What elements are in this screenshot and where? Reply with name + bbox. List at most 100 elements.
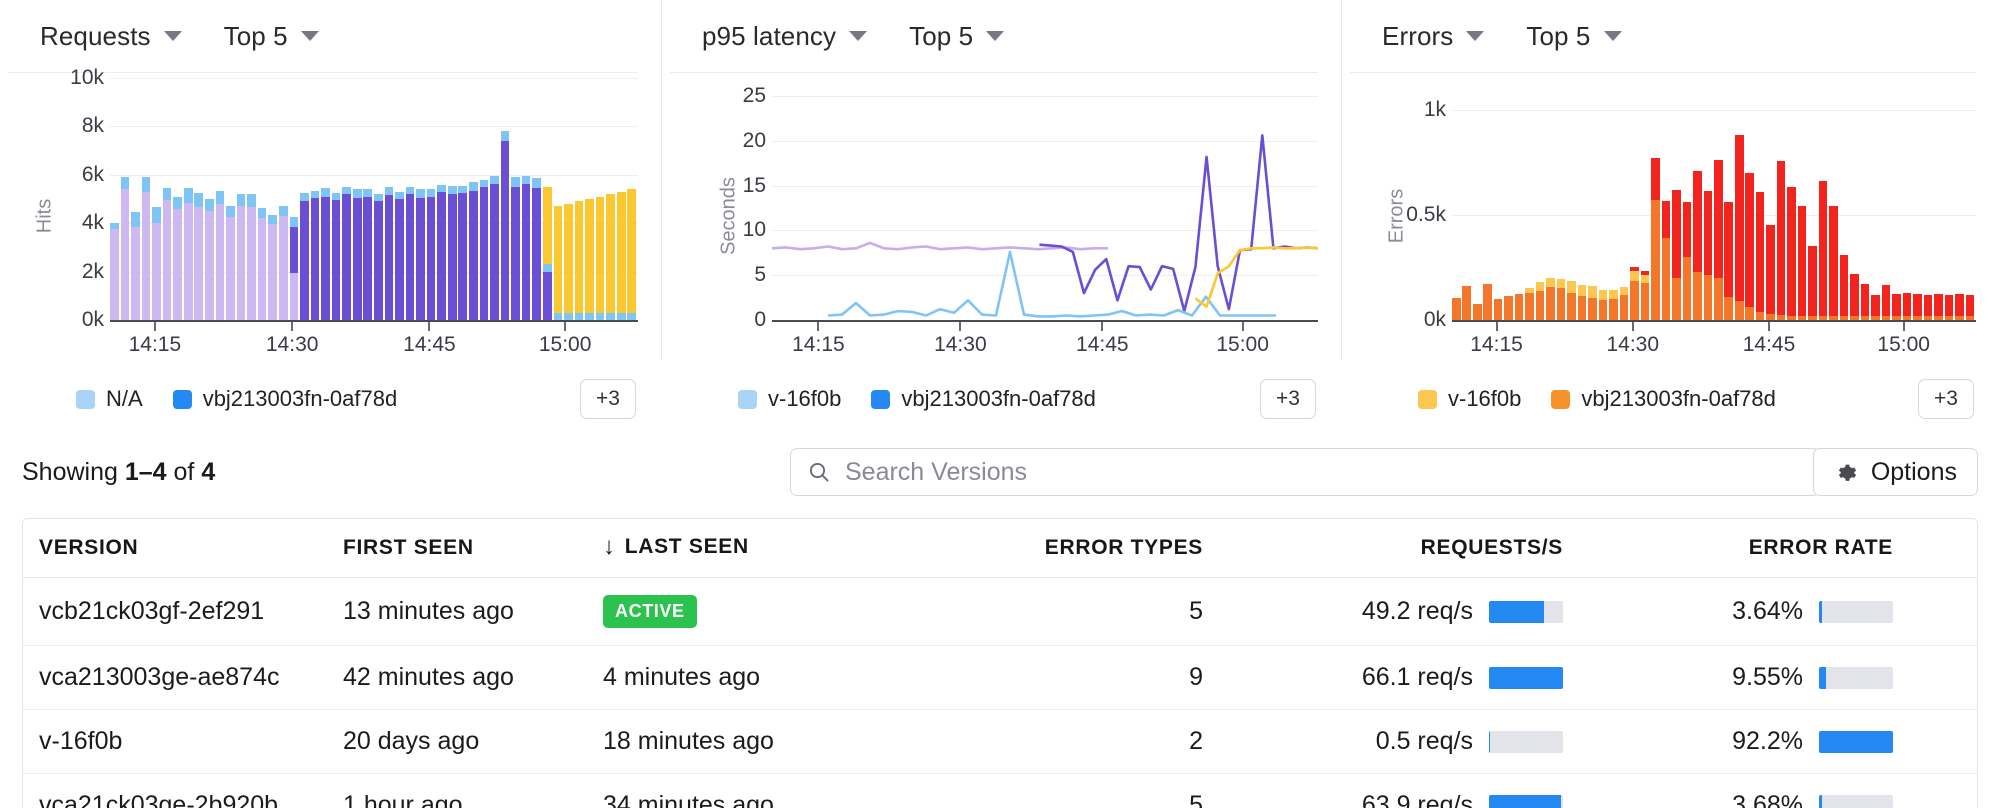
bar-segment	[342, 194, 351, 320]
bar	[511, 177, 520, 320]
column-header-last-seen[interactable]: ↓ LAST SEEN	[603, 519, 903, 578]
bar-segment	[606, 194, 615, 313]
bar-segment	[1556, 278, 1566, 289]
x-axis-ticks: 14:15 14:30 14:45 15:00	[110, 322, 638, 356]
bar	[1776, 161, 1786, 320]
bar-segment	[110, 229, 119, 320]
bar-segment	[120, 177, 130, 190]
legend-item[interactable]: vbj213003fn-0af78d	[871, 386, 1096, 412]
bar-segment	[585, 312, 594, 320]
legend-item[interactable]: v-16f0b	[1418, 386, 1521, 412]
bar-segment	[278, 215, 288, 320]
bar-segment	[226, 217, 235, 320]
status-badge: ACTIVE	[603, 595, 697, 628]
x-tick-label: 14:15	[1470, 333, 1523, 356]
column-header-version[interactable]: VERSION	[23, 519, 343, 578]
topn-dropdown-label: Top 5	[1526, 20, 1591, 51]
bar	[1630, 267, 1639, 320]
cell-error-types: 5	[903, 577, 1203, 646]
bar	[1755, 191, 1765, 320]
bar-segment	[1703, 190, 1713, 275]
table-row[interactable]: vca21ck03ge-2b920b 1 hour ago 34 minutes a…	[23, 774, 1977, 808]
cell-text: v-16f0b	[39, 727, 123, 755]
lines-p95-latency	[772, 78, 1318, 320]
topn-dropdown-p95-latency[interactable]: Top 5	[909, 21, 1005, 52]
chart-header-errors: Errors Top 5	[1342, 0, 2000, 72]
bar-segment	[616, 312, 626, 320]
bar-segment	[194, 207, 204, 320]
bar-segment	[1483, 284, 1493, 320]
topn-dropdown-errors[interactable]: Top 5	[1526, 20, 1622, 52]
metric-dropdown-p95-latency[interactable]: p95 latency	[702, 21, 868, 52]
bar	[1588, 286, 1597, 320]
table-row[interactable]: v-16f0b 20 days ago 18 minutes ago 2 0.5 req…	[23, 709, 1977, 774]
bar-segment	[1567, 281, 1576, 293]
metric-bar-track	[1819, 794, 1893, 808]
search-versions-box[interactable]: Search Versions	[790, 448, 1820, 496]
bar-segment	[131, 212, 140, 227]
bar	[1504, 295, 1513, 320]
bar	[131, 212, 140, 320]
bar	[1682, 202, 1692, 320]
metric-bar-track	[1489, 794, 1563, 808]
bar	[1934, 293, 1943, 320]
bar	[1535, 282, 1545, 320]
y-tick-label: 6k	[81, 162, 104, 186]
metric-bar-fill	[1819, 794, 1822, 808]
bar-segment	[500, 131, 510, 141]
bar-segment	[542, 264, 552, 272]
topn-dropdown-requests[interactable]: Top 5	[224, 21, 319, 52]
metric-value: 66.1 req/s	[1361, 663, 1473, 691]
bar-segment	[1693, 271, 1702, 320]
column-header-error-rate[interactable]: ERROR RATE	[1563, 519, 1893, 578]
table-header-row: VERSION FIRST SEEN ↓ LAST SEEN ERROR TYP…	[23, 519, 1977, 578]
search-input-placeholder[interactable]: Search Versions	[845, 458, 1027, 487]
y-tick-label: 0	[754, 308, 766, 331]
line-series	[1039, 135, 1318, 311]
legend-more-badge[interactable]: +3	[580, 379, 636, 419]
bar-segment	[490, 176, 499, 185]
bar-segment	[627, 312, 637, 320]
chart-header-requests: Requests Top 5	[0, 0, 662, 72]
bar-segment	[1776, 161, 1786, 315]
cell-last-seen: 18 minutes ago	[603, 709, 903, 774]
bar-segment	[1850, 273, 1859, 316]
bar	[173, 196, 183, 320]
options-button[interactable]: Options	[1812, 448, 1978, 496]
y-tick-label: 20	[742, 128, 766, 152]
showing-range: 1–4	[124, 457, 167, 486]
bar	[236, 194, 246, 320]
column-header-error-types[interactable]: ERROR TYPES	[903, 519, 1203, 578]
column-header-requests-s[interactable]: REQUESTS/S	[1203, 519, 1563, 578]
legend-label: vbj213003fn-0af78d	[1581, 386, 1776, 411]
options-button-label: Options	[1870, 457, 1957, 486]
bar-segment	[1630, 270, 1639, 282]
metric-dropdown-errors[interactable]: Errors	[1382, 21, 1485, 52]
legend-more-badge[interactable]: +3	[1260, 379, 1316, 419]
legend-more-badge[interactable]: +3	[1918, 379, 1974, 419]
cell-p95-latency: 6.95 s	[1893, 577, 1977, 646]
metric-bar-track	[1489, 730, 1563, 753]
legend-item[interactable]: vbj213003fn-0af78d	[172, 386, 397, 412]
bar-segment	[1944, 294, 1954, 316]
bar-segment	[289, 226, 299, 273]
table-row[interactable]: vcb21ck03gf-2ef291 13 minutes ago ACTIVE 5 4…	[23, 577, 1977, 646]
column-header-first-seen[interactable]: FIRST SEEN	[343, 519, 603, 578]
bar	[1850, 273, 1859, 320]
bar-segment	[1452, 297, 1461, 320]
column-header-p95-latency[interactable]: P95 LATENCY	[1893, 519, 1977, 578]
bar	[532, 178, 542, 320]
metric-dropdown-requests[interactable]: Requests	[40, 21, 182, 52]
table-row[interactable]: vca213003ge-ae874c 42 minutes ago 4 minute…	[23, 645, 1977, 710]
bar	[141, 177, 151, 320]
legend-item[interactable]: v-16f0b	[738, 386, 841, 412]
x-tick-label: 15:00	[1877, 333, 1930, 356]
bar-segment	[374, 194, 383, 202]
legend-item[interactable]: N/A	[76, 386, 143, 412]
y-tick-label: 4k	[81, 211, 104, 235]
legend-item[interactable]: vbj213003fn-0af78d	[1551, 386, 1776, 412]
bar	[226, 206, 235, 320]
bar-segment	[215, 203, 225, 320]
charts-row: Requests Top 5 Hits 0k 2k 4k 6k 8k 10k 14:15 1…	[0, 0, 2000, 434]
bar-segment	[1871, 294, 1880, 316]
